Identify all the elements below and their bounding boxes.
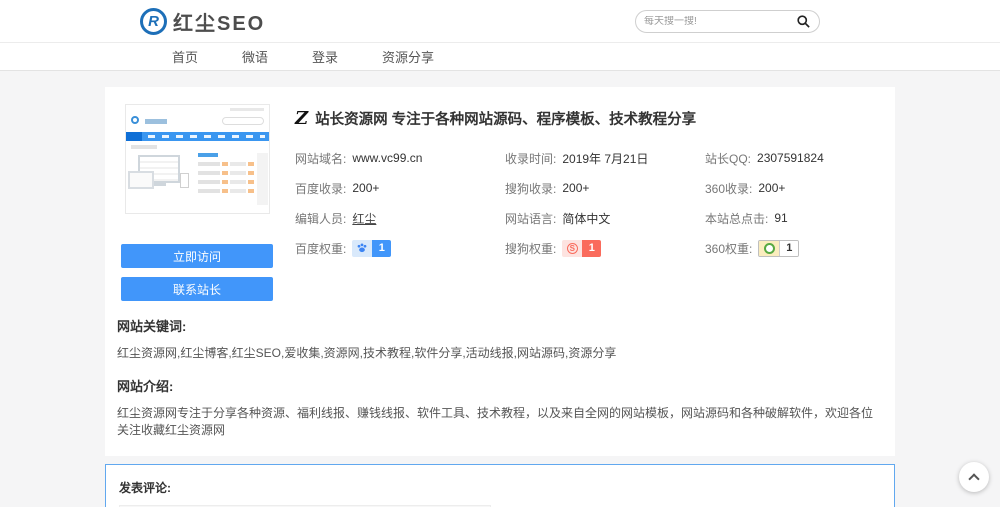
chevron-up-icon xyxy=(968,473,979,484)
site-thumbnail[interactable] xyxy=(125,104,270,214)
thumb-logo-icon xyxy=(131,116,139,124)
so360-index-count: 200+ xyxy=(758,181,785,195)
listing-details: Z 站长资源网 专注于各种网站源码、程序模板、技术教程分享 网站域名: www.v… xyxy=(273,104,883,301)
info-label: 站长QQ: xyxy=(705,150,751,167)
nav-item-resources[interactable]: 资源分享 xyxy=(382,47,434,66)
info-label: 360权重: xyxy=(705,240,752,257)
sogou-weight-value: 1 xyxy=(582,240,601,257)
nav-item-weiyu[interactable]: 微语 xyxy=(242,47,268,66)
thumb-search xyxy=(222,117,264,125)
comment-form-heading: 发表评论: xyxy=(119,479,881,496)
intro-heading: 网站介绍: xyxy=(117,376,883,395)
editor-link[interactable]: 红尘 xyxy=(352,210,376,227)
listing-card: 立即访问 联系站长 Z 站长资源网 专注于各种网站源码、程序模板、技术教程分享 … xyxy=(105,87,895,456)
baidu-index-count: 200+ xyxy=(352,181,379,195)
info-label: 网站语言: xyxy=(505,210,556,227)
info-label: 360收录: xyxy=(705,180,752,197)
search-box xyxy=(635,10,820,33)
sogou-index-count: 200+ xyxy=(562,181,589,195)
nav-item-login[interactable]: 登录 xyxy=(312,47,338,66)
thumb-phone xyxy=(180,173,189,188)
baidu-weight-badge: 1 xyxy=(352,240,391,257)
keywords-text: 红尘资源网,红尘博客,红尘SEO,爱收集,资源网,技术教程,软件分享,活动线报,… xyxy=(117,344,883,361)
contact-webmaster-button[interactable]: 联系站长 xyxy=(121,277,273,301)
page-title: 站长资源网 专注于各种网站源码、程序模板、技术教程分享 xyxy=(315,108,696,129)
site-language: 简体中文 xyxy=(562,210,610,227)
so360-weight-value: 1 xyxy=(779,241,798,256)
info-label: 百度权重: xyxy=(295,240,346,257)
comment-form: 发表评论: 昵称 邮件地址 (选填) 个人主页 (选填) xyxy=(105,464,895,507)
info-label: 百度收录: xyxy=(295,180,346,197)
search-button[interactable] xyxy=(795,14,811,30)
intro-text: 红尘资源网专注于分享各种资源、福利线报、赚钱线报、软件工具、技术教程，以及来自全… xyxy=(117,404,883,438)
visit-site-button[interactable]: 立即访问 xyxy=(121,244,273,268)
back-to-top-button[interactable] xyxy=(959,462,989,492)
keywords-heading: 网站关键词: xyxy=(117,316,883,335)
listed-date: 2019年 7月21日 xyxy=(562,150,648,167)
thumb-navbar xyxy=(126,132,269,141)
webmaster-qq: 2307591824 xyxy=(757,151,824,165)
info-label: 本站总点击: xyxy=(705,210,768,227)
site-logo[interactable]: R 红尘SEO xyxy=(140,7,265,36)
info-label: 编辑人员: xyxy=(295,210,346,227)
total-clicks: 91 xyxy=(774,211,787,225)
site-domain: www.vc99.cn xyxy=(352,151,422,165)
main-nav: 首页 微语 登录 资源分享 xyxy=(0,43,1000,71)
info-label: 网站域名: xyxy=(295,150,346,167)
info-grid: 网站域名: www.vc99.cn 收录时间: 2019年 7月21日 站长QQ: 2… xyxy=(295,143,883,263)
info-label: 搜狗权重: xyxy=(505,240,556,257)
so360-ring-icon xyxy=(759,241,779,256)
logo-text: 红尘SEO xyxy=(173,7,265,36)
so360-weight-badge: 1 xyxy=(758,240,799,257)
nav-item-home[interactable]: 首页 xyxy=(172,47,198,66)
thumb-toplinks xyxy=(230,108,264,111)
info-label: 收录时间: xyxy=(505,150,556,167)
info-label: 搜狗收录: xyxy=(505,180,556,197)
search-input[interactable] xyxy=(644,16,795,27)
search-icon xyxy=(796,17,811,32)
thumb-laptop xyxy=(128,171,154,189)
thumb-article-list xyxy=(198,153,254,198)
site-header: R 红尘SEO xyxy=(0,0,1000,43)
sogou-s-icon: S xyxy=(562,240,582,257)
listing-left-column: 立即访问 联系站长 xyxy=(117,104,273,301)
baidu-paw-icon xyxy=(352,240,372,257)
baidu-weight-value: 1 xyxy=(372,240,391,257)
site-favicon-icon: Z xyxy=(295,110,308,128)
sogou-weight-badge: S 1 xyxy=(562,240,601,257)
logo-circle-icon: R xyxy=(140,8,167,35)
